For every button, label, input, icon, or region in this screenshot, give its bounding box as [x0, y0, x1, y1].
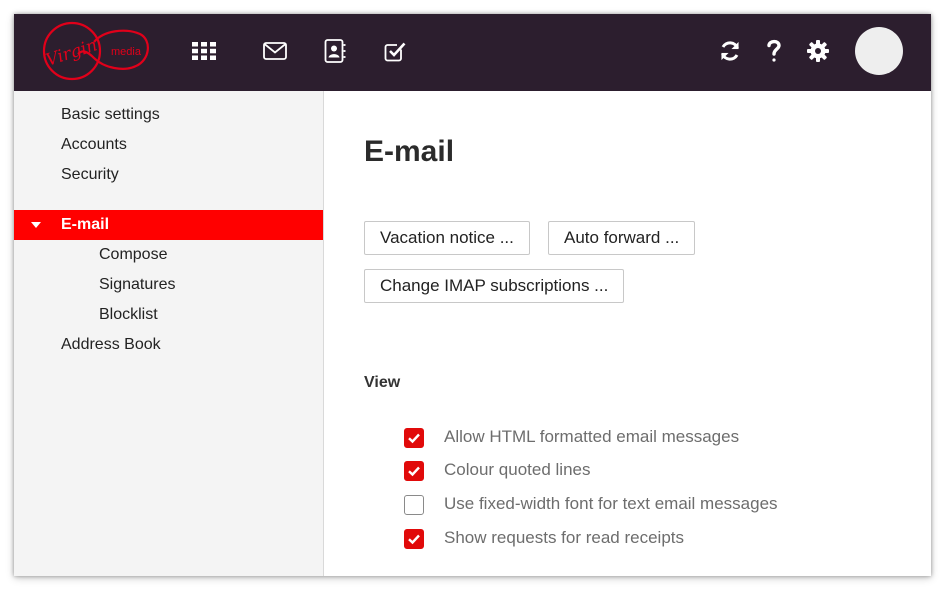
sidebar-item-label: E-mail [61, 216, 110, 233]
contacts-icon[interactable] [320, 36, 350, 66]
settings-gear-icon[interactable] [803, 36, 833, 66]
sidebar-item-blocklist[interactable]: Blocklist [14, 300, 323, 330]
sidebar-item-email[interactable]: E-mail [14, 210, 323, 240]
sidebar-item-label: Compose [99, 246, 168, 263]
sidebar-item-label: Signatures [99, 276, 176, 293]
option-label: Allow HTML formatted email messages [444, 427, 740, 446]
user-avatar[interactable] [855, 27, 903, 75]
email-settings-panel: E-mail Vacation notice ... Auto forward … [324, 91, 931, 576]
app-window: Virgin media Basic settings Accounts Sec… [14, 14, 931, 576]
sidebar-item-label: Accounts [61, 136, 127, 153]
sidebar-item-label: Security [61, 166, 119, 183]
logo-virgin-text: Virgin [43, 35, 99, 70]
refresh-icon[interactable] [715, 36, 745, 66]
sidebar-item-label: Address Book [61, 336, 161, 353]
change-imap-subscriptions-button[interactable]: Change IMAP subscriptions ... [364, 269, 625, 303]
vacation-notice-button[interactable]: Vacation notice ... [364, 221, 530, 255]
sidebar-item-basic-settings[interactable]: Basic settings [14, 100, 323, 130]
sidebar-item-label: Blocklist [99, 306, 158, 323]
tasks-icon[interactable] [380, 36, 410, 66]
settings-sidebar: Basic settings Accounts Security E-mail … [14, 91, 324, 576]
view-section-title: View [364, 374, 401, 391]
caret-down-icon[interactable] [31, 222, 41, 228]
allow-html-checkbox[interactable] [404, 428, 424, 448]
sidebar-item-security[interactable]: Security [14, 160, 323, 190]
colour-quoted-lines-checkbox[interactable] [404, 461, 424, 481]
logo-media-text: media [111, 46, 142, 58]
option-label: Show requests for read receipts [444, 528, 685, 547]
sidebar-item-accounts[interactable]: Accounts [14, 130, 323, 160]
read-receipts-checkbox[interactable] [404, 529, 424, 549]
option-label: Use fixed-width font for text email mess… [444, 494, 778, 513]
sidebar-item-address-book[interactable]: Address Book [14, 330, 323, 360]
fixed-width-font-checkbox[interactable] [404, 495, 424, 515]
help-icon[interactable] [759, 36, 789, 66]
virgin-media-logo[interactable]: Virgin media [42, 20, 150, 82]
top-navigation-bar: Virgin media [14, 14, 931, 91]
apps-grid-icon[interactable] [189, 36, 219, 66]
option-label: Colour quoted lines [444, 460, 591, 479]
sidebar-item-compose[interactable]: Compose [14, 240, 323, 270]
page-title: E-mail [364, 135, 455, 168]
sidebar-item-label: Basic settings [61, 106, 160, 123]
sidebar-item-signatures[interactable]: Signatures [14, 270, 323, 300]
auto-forward-button[interactable]: Auto forward ... [548, 221, 696, 255]
mail-icon[interactable] [260, 36, 290, 66]
